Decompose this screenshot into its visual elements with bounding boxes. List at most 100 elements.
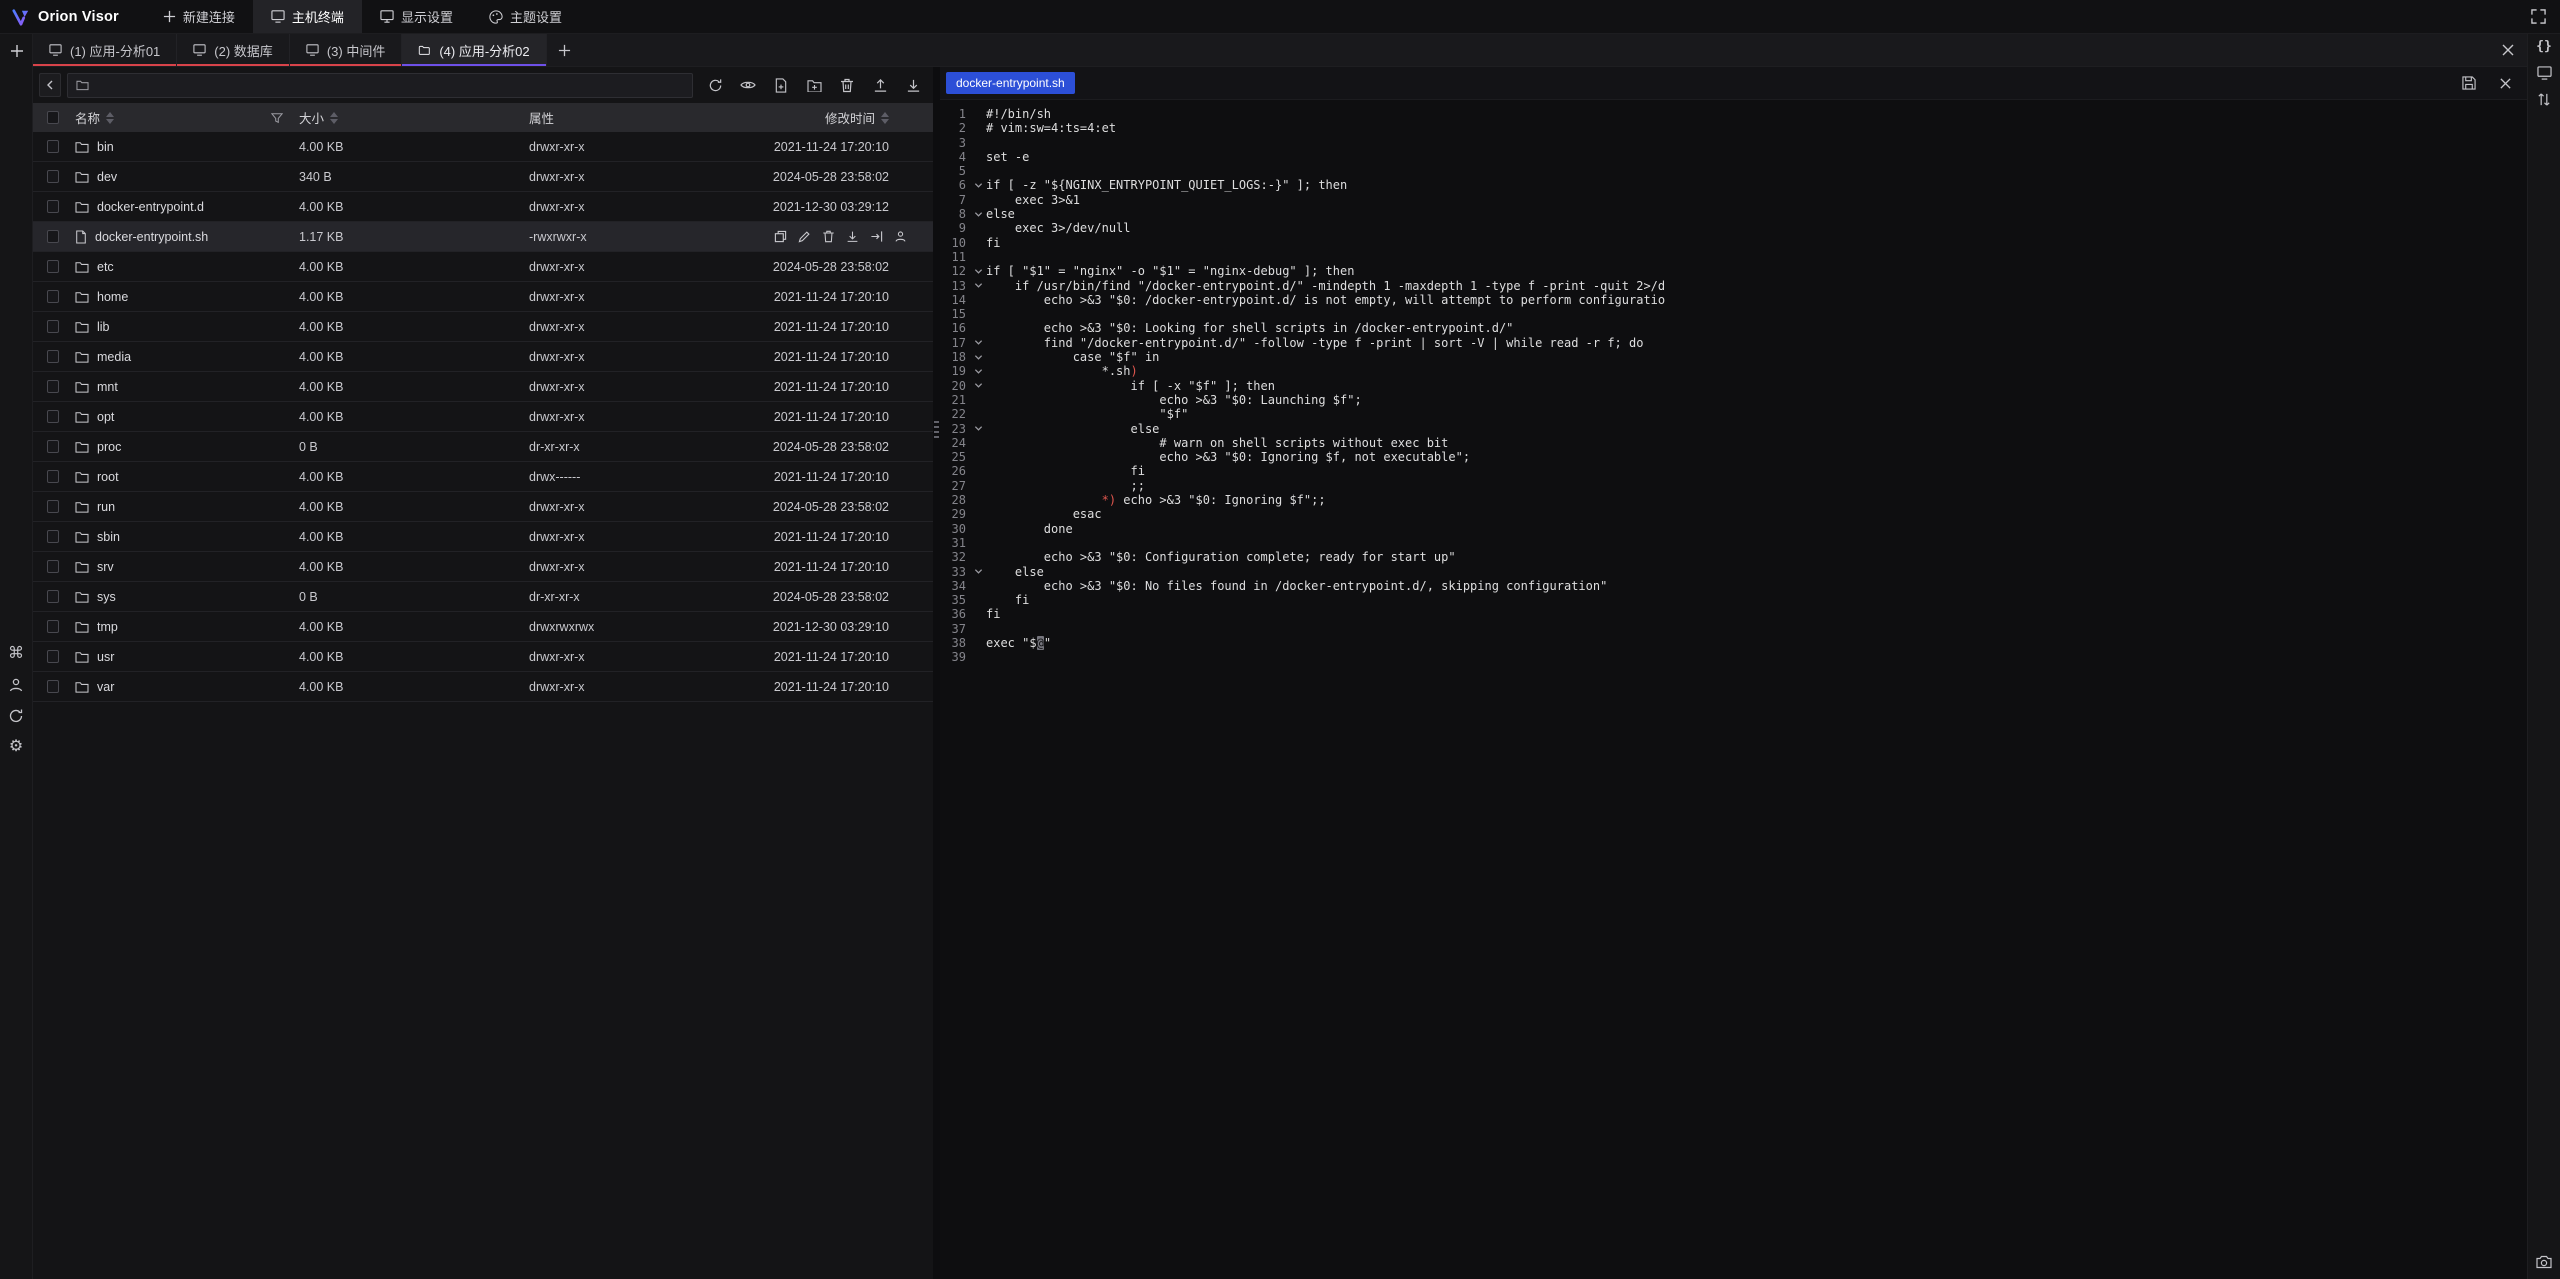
file-row[interactable]: opt4.00 KBdrwxr-xr-x2021-11-24 17:20:10: [33, 402, 933, 432]
row-checkbox[interactable]: [47, 440, 59, 453]
file-name[interactable]: media: [97, 350, 131, 364]
fold-toggle-icon[interactable]: [970, 264, 986, 278]
upload-icon[interactable]: [868, 73, 892, 97]
fold-toggle-icon[interactable]: [970, 379, 986, 393]
refresh-icon[interactable]: [703, 73, 727, 97]
file-row[interactable]: root4.00 KBdrwx------2021-11-24 17:20:10: [33, 462, 933, 492]
file-name[interactable]: usr: [97, 650, 114, 664]
code-editor[interactable]: 1#!/bin/sh2# vim:sw=4:ts=4:et34set -e56i…: [940, 100, 2527, 1279]
row-checkbox[interactable]: [47, 650, 59, 663]
row-checkbox[interactable]: [47, 470, 59, 483]
session-tab-4[interactable]: (4) 应用-分析02: [402, 34, 546, 66]
file-name[interactable]: lib: [97, 320, 110, 334]
file-row[interactable]: lib4.00 KBdrwxr-xr-x2021-11-24 17:20:10: [33, 312, 933, 342]
fold-toggle-icon[interactable]: [970, 350, 986, 364]
splitter-handle[interactable]: [933, 67, 940, 1279]
sort-name-icon[interactable]: [106, 112, 114, 124]
fullscreen-icon[interactable]: [2531, 9, 2546, 24]
screenshot-camera-icon[interactable]: [2536, 1255, 2552, 1269]
close-editor-icon[interactable]: [2493, 71, 2517, 95]
file-name[interactable]: etc: [97, 260, 114, 274]
preview-eye-icon[interactable]: [736, 73, 760, 97]
user-icon[interactable]: [8, 677, 24, 693]
move-icon[interactable]: [870, 230, 883, 243]
copy-icon[interactable]: [774, 230, 787, 243]
nav-host-terminal[interactable]: 主机终端: [253, 0, 362, 33]
file-name[interactable]: var: [97, 680, 114, 694]
file-row[interactable]: docker-entrypoint.d4.00 KBdrwxr-xr-x2021…: [33, 192, 933, 222]
file-name[interactable]: mnt: [97, 380, 118, 394]
delete-icon[interactable]: [822, 230, 835, 243]
session-tab-1[interactable]: (1) 应用-分析01: [33, 34, 177, 66]
braces-settings-icon[interactable]: {}: [2536, 39, 2552, 54]
nav-theme-settings[interactable]: 主题设置: [471, 0, 580, 33]
settings-gear-icon[interactable]: ⚙: [9, 739, 23, 755]
fold-toggle-icon[interactable]: [970, 207, 986, 221]
swap-vertical-icon[interactable]: [2537, 92, 2551, 107]
file-name[interactable]: bin: [97, 140, 114, 154]
save-icon[interactable]: [2457, 71, 2481, 95]
file-row[interactable]: docker-entrypoint.sh1.17 KB-rwxrwxr-x: [33, 222, 933, 252]
file-row[interactable]: bin4.00 KBdrwxr-xr-x2021-11-24 17:20:10: [33, 132, 933, 162]
fold-toggle-icon[interactable]: [970, 279, 986, 293]
new-folder-icon[interactable]: [802, 73, 826, 97]
session-tab-3[interactable]: (3) 中间件: [290, 34, 403, 66]
file-row[interactable]: proc0 Bdr-xr-xr-x2024-05-28 23:58:02: [33, 432, 933, 462]
file-row[interactable]: etc4.00 KBdrwxr-xr-x2024-05-28 23:58:02: [33, 252, 933, 282]
row-checkbox[interactable]: [47, 350, 59, 363]
row-checkbox[interactable]: [47, 290, 59, 303]
row-checkbox[interactable]: [47, 140, 59, 153]
new-terminal-tab-button[interactable]: [0, 34, 33, 67]
file-name[interactable]: docker-entrypoint.sh: [95, 230, 208, 244]
row-checkbox[interactable]: [47, 200, 59, 213]
permission-icon[interactable]: [894, 230, 907, 243]
file-row[interactable]: sbin4.00 KBdrwxr-xr-x2021-11-24 17:20:10: [33, 522, 933, 552]
row-checkbox[interactable]: [47, 230, 59, 243]
terminal-panel-icon[interactable]: [2537, 66, 2552, 80]
row-checkbox[interactable]: [47, 530, 59, 543]
sort-mtime-icon[interactable]: [881, 112, 889, 124]
file-row[interactable]: var4.00 KBdrwxr-xr-x2021-11-24 17:20:10: [33, 672, 933, 702]
row-checkbox[interactable]: [47, 680, 59, 693]
row-checkbox[interactable]: [47, 320, 59, 333]
file-name[interactable]: root: [97, 470, 119, 484]
fold-toggle-icon[interactable]: [970, 364, 986, 378]
file-row[interactable]: srv4.00 KBdrwxr-xr-x2021-11-24 17:20:10: [33, 552, 933, 582]
file-name[interactable]: srv: [97, 560, 114, 574]
file-row[interactable]: dev340 Bdrwxr-xr-x2024-05-28 23:58:02: [33, 162, 933, 192]
session-tab-2[interactable]: (2) 数据库: [177, 34, 290, 66]
file-name[interactable]: opt: [97, 410, 114, 424]
download-icon[interactable]: [901, 73, 925, 97]
filter-icon[interactable]: [271, 112, 283, 124]
add-session-tab-button[interactable]: [547, 34, 583, 66]
sort-size-icon[interactable]: [330, 112, 338, 124]
new-file-icon[interactable]: [769, 73, 793, 97]
row-checkbox[interactable]: [47, 260, 59, 273]
row-checkbox[interactable]: [47, 620, 59, 633]
fold-toggle-icon[interactable]: [970, 565, 986, 579]
file-name[interactable]: dev: [97, 170, 117, 184]
file-row[interactable]: usr4.00 KBdrwxr-xr-x2021-11-24 17:20:10: [33, 642, 933, 672]
path-input[interactable]: [95, 78, 684, 92]
download-icon[interactable]: [846, 230, 859, 243]
editor-file-tab[interactable]: docker-entrypoint.sh: [946, 72, 1075, 94]
brand[interactable]: Orion Visor: [12, 8, 119, 26]
file-row[interactable]: sys0 Bdr-xr-xr-x2024-05-28 23:58:02: [33, 582, 933, 612]
row-checkbox[interactable]: [47, 410, 59, 423]
file-name[interactable]: run: [97, 500, 115, 514]
file-row[interactable]: home4.00 KBdrwxr-xr-x2021-11-24 17:20:10: [33, 282, 933, 312]
fold-toggle-icon[interactable]: [970, 178, 986, 192]
back-button[interactable]: [39, 73, 61, 97]
file-row[interactable]: media4.00 KBdrwxr-xr-x2021-11-24 17:20:1…: [33, 342, 933, 372]
file-name[interactable]: home: [97, 290, 128, 304]
row-checkbox[interactable]: [47, 590, 59, 603]
edit-icon[interactable]: [798, 230, 811, 243]
file-row[interactable]: run4.00 KBdrwxr-xr-x2024-05-28 23:58:02: [33, 492, 933, 522]
close-icon[interactable]: [2501, 43, 2515, 57]
row-checkbox[interactable]: [47, 170, 59, 183]
row-checkbox[interactable]: [47, 500, 59, 513]
file-name[interactable]: proc: [97, 440, 121, 454]
fold-toggle-icon[interactable]: [970, 422, 986, 436]
file-row[interactable]: mnt4.00 KBdrwxr-xr-x2021-11-24 17:20:10: [33, 372, 933, 402]
row-checkbox[interactable]: [47, 380, 59, 393]
